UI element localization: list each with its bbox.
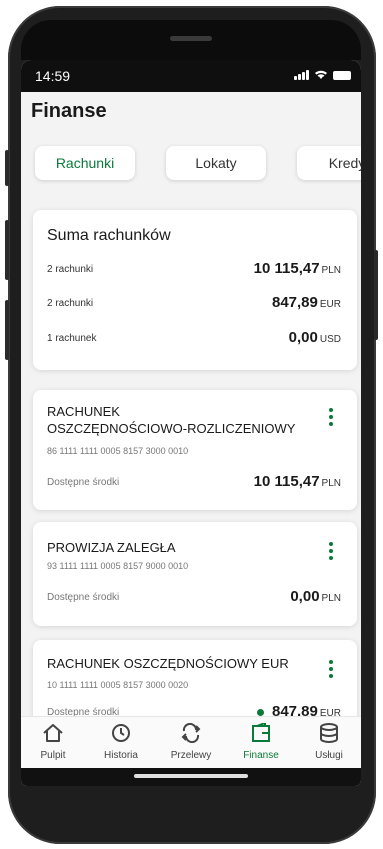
side-button-left-mid xyxy=(5,220,9,280)
side-button-left-bottom xyxy=(5,300,9,360)
services-icon xyxy=(320,723,338,743)
status-dot-icon xyxy=(256,708,264,716)
summary-row-amount: 847,89 EUR xyxy=(272,294,341,311)
account-name: RACHUNEK OSZCZĘDNOŚCIOWY EUR xyxy=(47,656,289,671)
account-name-line1: RACHUNEK xyxy=(47,404,120,419)
account-card[interactable]: RACHUNEK OSZCZĘDNOŚCIOWO-ROZLICZENIOWY 86… xyxy=(33,390,357,510)
wifi-icon xyxy=(315,70,327,79)
account-name: RACHUNEK OSZCZĘDNOŚCIOWO-ROZLICZENIOWY xyxy=(47,403,295,437)
more-options-icon[interactable] xyxy=(329,542,333,563)
available-funds-label: Dostępne środki xyxy=(47,592,120,603)
bottom-navigation: Pulpit Historia Przelewy Finanse Usługi xyxy=(21,716,361,769)
summary-card: Suma rachunków 2 rachunki 10 115,47 PLN 2… xyxy=(33,210,357,370)
nav-label: Usługi xyxy=(315,750,343,761)
page-header: Finanse xyxy=(21,92,361,138)
status-bar: 14:59 xyxy=(21,60,361,92)
nav-item-historia[interactable]: Historia xyxy=(89,723,153,761)
speaker xyxy=(170,36,212,41)
signal-icon xyxy=(294,70,309,80)
summary-title: Suma rachunków xyxy=(47,227,171,244)
account-number: 10 1111 1111 0005 8157 3000 0020 xyxy=(47,680,189,690)
more-options-icon[interactable] xyxy=(329,660,333,681)
summary-row-amount: 10 115,47 PLN xyxy=(254,260,341,277)
summary-row-label: 2 rachunki xyxy=(47,264,94,275)
amount-currency: USD xyxy=(319,334,341,345)
available-funds-label: Dostępne środki xyxy=(47,477,120,488)
home-indicator[interactable] xyxy=(134,774,248,778)
side-button-right xyxy=(374,250,378,340)
account-name-line2: OSZCZĘDNOŚCIOWO-ROZLICZENIOWY xyxy=(47,421,296,436)
more-options-icon[interactable] xyxy=(329,408,333,429)
account-balance: 10 115,47 PLN xyxy=(254,473,341,490)
summary-row-label: 1 rachunek xyxy=(47,333,97,344)
summary-row-label: 2 rachunki xyxy=(47,298,94,309)
tab-lokaty[interactable]: Lokaty xyxy=(166,146,266,180)
nav-item-uslugi[interactable]: Usługi xyxy=(297,723,361,761)
amount-value: 0,00 xyxy=(288,329,318,346)
account-card[interactable]: PROWIZJA ZALEGŁA 93 1111 1111 0005 8157 … xyxy=(33,522,357,626)
amount-currency: EUR xyxy=(319,299,341,310)
history-icon xyxy=(112,724,130,742)
nav-item-finanse[interactable]: Finanse xyxy=(229,721,293,761)
balance-currency: PLN xyxy=(321,593,341,604)
amount-value: 10 115,47 xyxy=(253,260,320,277)
nav-label: Przelewy xyxy=(170,750,212,761)
account-number: 86 1111 1111 0005 8157 3000 0010 xyxy=(47,446,189,456)
battery-icon xyxy=(333,71,351,80)
balance-value: 10 115,47 xyxy=(253,473,320,490)
nav-label: Finanse xyxy=(243,750,279,761)
side-button-left-top xyxy=(5,150,9,186)
account-balance: 0,00 PLN xyxy=(290,588,341,605)
home-icon xyxy=(43,724,63,742)
nav-label: Pulpit xyxy=(40,750,66,761)
nav-label: Historia xyxy=(104,750,138,761)
tab-kredyty[interactable]: Kredy xyxy=(297,146,361,180)
tabs-bar: Rachunki Lokaty Kredy xyxy=(21,146,361,186)
app-screen: 14:59 Finanse Rachunki Lokaty Kredy Suma… xyxy=(21,60,361,786)
page-title: Finanse xyxy=(31,100,107,122)
amount-value: 847,89 xyxy=(271,294,318,311)
summary-row-amount: 0,00 USD xyxy=(289,329,341,346)
transfer-icon xyxy=(181,722,201,744)
status-icons xyxy=(294,69,351,80)
finance-icon xyxy=(252,721,270,742)
tab-rachunki[interactable]: Rachunki xyxy=(35,146,135,180)
nav-item-pulpit[interactable]: Pulpit xyxy=(21,723,85,761)
nav-item-przelewy[interactable]: Przelewy xyxy=(159,722,223,761)
account-name: PROWIZJA ZALEGŁA xyxy=(47,540,176,555)
balance-value: 0,00 xyxy=(290,588,320,605)
home-indicator-bar xyxy=(21,768,361,786)
balance-currency: PLN xyxy=(321,478,341,489)
status-time: 14:59 xyxy=(35,68,71,84)
amount-currency: PLN xyxy=(321,265,341,276)
account-number: 93 1111 1111 0005 8157 9000 0010 xyxy=(47,561,189,571)
